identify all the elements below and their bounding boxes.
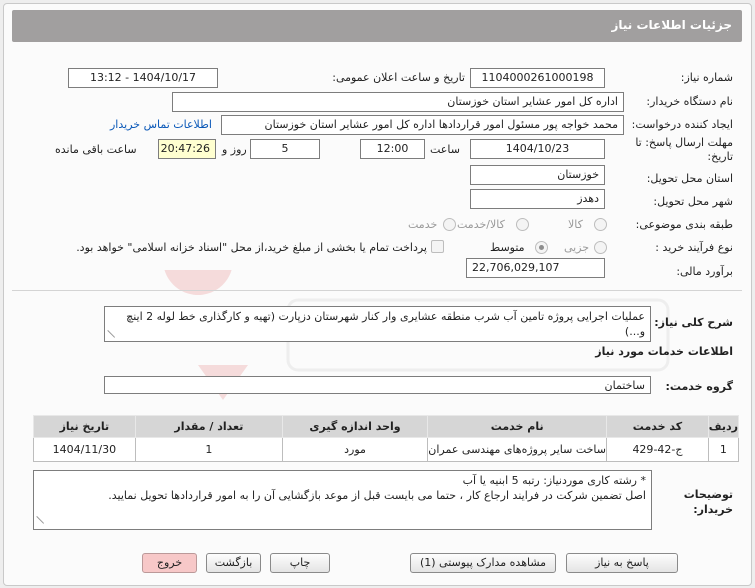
table-header-need-date: تاریخ نیاز — [33, 415, 136, 438]
page-title: جزئیات اطلاعات نیاز — [611, 18, 732, 32]
buyer-field: اداره کل امور عشایر استان خوزستان — [172, 92, 624, 112]
buyer-notes-label: توضیحات خریدار: — [683, 488, 733, 516]
deadline-label: مهلت ارسال پاسخ: تا تاریخ: — [635, 136, 733, 163]
back-button[interactable]: بازگشت — [206, 553, 261, 573]
table-cell-service-code: ج-42-429 — [606, 437, 709, 462]
category-radio-service[interactable] — [443, 218, 456, 231]
creator-label: ایجاد کننده درخواست: — [631, 118, 733, 131]
table-header-unit: واحد اندازه گیری — [281, 415, 429, 438]
table-cell-need-date: 1404/11/30 — [33, 437, 136, 462]
creator-field: محمد خواجه پور مسئول امور قراردادها ادار… — [221, 115, 624, 135]
page-header: جزئیات اطلاعات نیاز — [12, 10, 742, 42]
service-group-field: ساختمان — [104, 376, 651, 394]
view-attachments-button[interactable]: مشاهده مدارک پیوستی (1) — [410, 553, 556, 573]
estimate-label: برآورد مالی: — [676, 265, 733, 278]
reply-button[interactable]: پاسخ به نیاز — [566, 553, 678, 573]
deadline-time-field: 12:00 — [360, 139, 425, 159]
resize-grip-icon[interactable] — [108, 330, 116, 338]
process-radio-minor[interactable] — [594, 241, 607, 254]
deadline-date-field: 1404/10/23 — [470, 139, 605, 159]
services-section-title: اطلاعات خدمات مورد نیاز — [595, 345, 733, 358]
category-radio-goods-service[interactable] — [516, 218, 529, 231]
need-number-label: شماره نیاز: — [680, 71, 733, 84]
deadline-time-label: ساعت — [430, 143, 460, 156]
table-cell-unit: مورد — [281, 437, 429, 462]
description-label: شرح کلی نیاز: — [654, 316, 733, 329]
province-field: خوزستان — [470, 165, 605, 185]
category-label: طبقه بندی موضوعی: — [635, 218, 733, 231]
print-button[interactable]: چاپ — [270, 553, 330, 573]
table-header-quantity: تعداد / مقدار — [134, 415, 283, 438]
need-number-field: 1104000261000198 — [470, 68, 605, 88]
buyer-notes-line-1: * رشته کاری موردنیاز: رتبه 5 ابنیه یا آب — [462, 474, 646, 487]
services-table: ردیف کد خدمت نام خدمت واحد اندازه گیری ت… — [33, 415, 740, 462]
table-row: 1 ج-42-429 ساخت سایر پروژه‌های مهندسی عم… — [33, 437, 740, 462]
table-header-row-number: ردیف — [707, 415, 740, 438]
category-option-service: خدمت — [408, 218, 438, 231]
resize-grip-icon[interactable] — [37, 516, 45, 524]
treasury-checkbox[interactable] — [431, 240, 444, 253]
announce-field: 1404/10/17 - 13:12 — [68, 68, 218, 88]
buyer-contact-link[interactable]: اطلاعات تماس خریدار — [110, 118, 212, 131]
payment-note: پرداخت تمام یا بخشی از مبلغ خرید،از محل … — [76, 241, 427, 254]
category-option-goods-service: کالا/خدمت — [457, 218, 505, 231]
process-radio-medium[interactable] — [535, 241, 548, 254]
table-cell-service-name: ساخت سایر پروژه‌های مهندسی عمران — [427, 437, 608, 462]
buyer-label: نام دستگاه خریدار: — [646, 95, 733, 108]
service-group-label: گروه خدمت: — [665, 380, 733, 393]
category-radio-goods[interactable] — [594, 218, 607, 231]
remaining-time-field: 20:47:26 — [158, 139, 216, 159]
process-label: نوع فرآیند خرید : — [655, 241, 733, 254]
description-textarea[interactable]: عملیات اجرایی پروژه تامین آب شرب منطقه ع… — [104, 306, 651, 342]
table-cell-quantity: 1 — [134, 437, 283, 462]
buyer-notes-line-2: اصل تضمین شرکت در فرایند ارجاع کار ، حتم… — [108, 489, 646, 502]
city-label: شهر محل تحویل: — [653, 195, 733, 208]
province-label: استان محل تحویل: — [646, 172, 733, 185]
exit-button[interactable]: خروج — [142, 553, 197, 573]
category-option-goods: کالا — [568, 218, 583, 231]
days-label: روز و — [222, 143, 247, 156]
days-field: 5 — [250, 139, 320, 159]
process-option-medium: متوسط — [490, 241, 525, 254]
table-header-row: ردیف کد خدمت نام خدمت واحد اندازه گیری ت… — [33, 415, 740, 438]
announce-label: تاریخ و ساعت اعلان عمومی: — [332, 71, 465, 84]
buyer-notes-textarea[interactable]: * رشته کاری موردنیاز: رتبه 5 ابنیه یا آب… — [33, 470, 652, 530]
process-option-minor: جزیی — [564, 241, 590, 254]
estimate-field: 22,706,029,107 — [466, 258, 605, 278]
table-header-service-name: نام خدمت — [427, 415, 608, 438]
remaining-label: ساعت باقی مانده — [55, 143, 137, 156]
divider — [12, 290, 742, 291]
table-header-service-code: کد خدمت — [606, 415, 709, 438]
city-field: دهدز — [470, 189, 605, 209]
table-cell-row-number: 1 — [707, 437, 740, 462]
